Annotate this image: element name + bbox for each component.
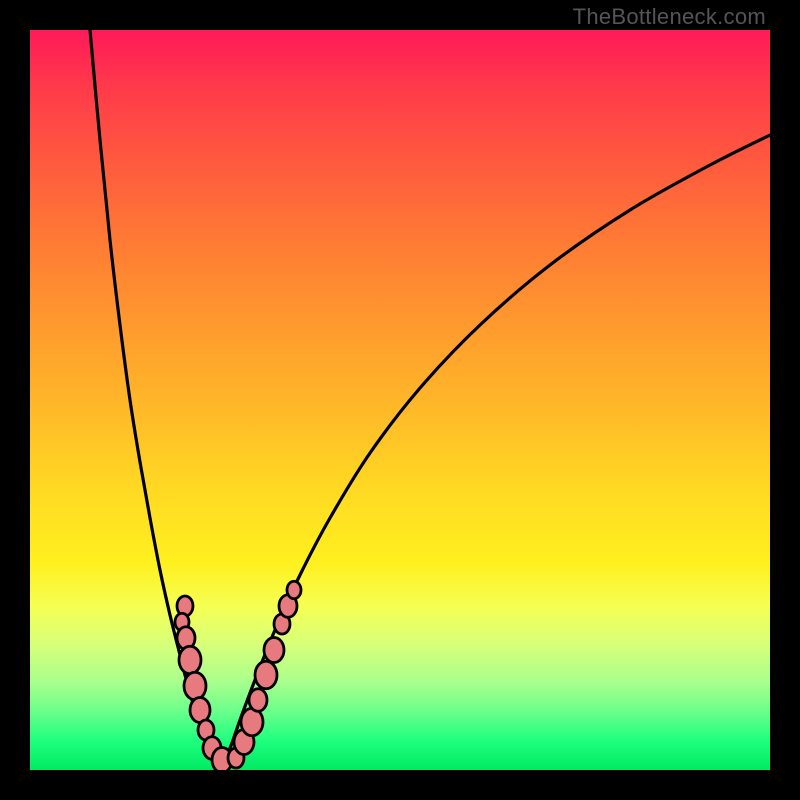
beads-group: [175, 581, 301, 770]
bead-marker: [184, 672, 206, 700]
bead-marker: [287, 581, 301, 599]
bead-marker: [249, 689, 267, 712]
bead-marker: [255, 661, 277, 689]
bead-marker: [264, 638, 284, 663]
outer-frame: TheBottleneck.com: [0, 0, 800, 800]
bead-marker: [179, 646, 201, 674]
right-curve: [220, 135, 770, 768]
plot-area: [30, 30, 770, 770]
watermark-text: TheBottleneck.com: [573, 4, 766, 30]
curves-layer: [30, 30, 770, 770]
